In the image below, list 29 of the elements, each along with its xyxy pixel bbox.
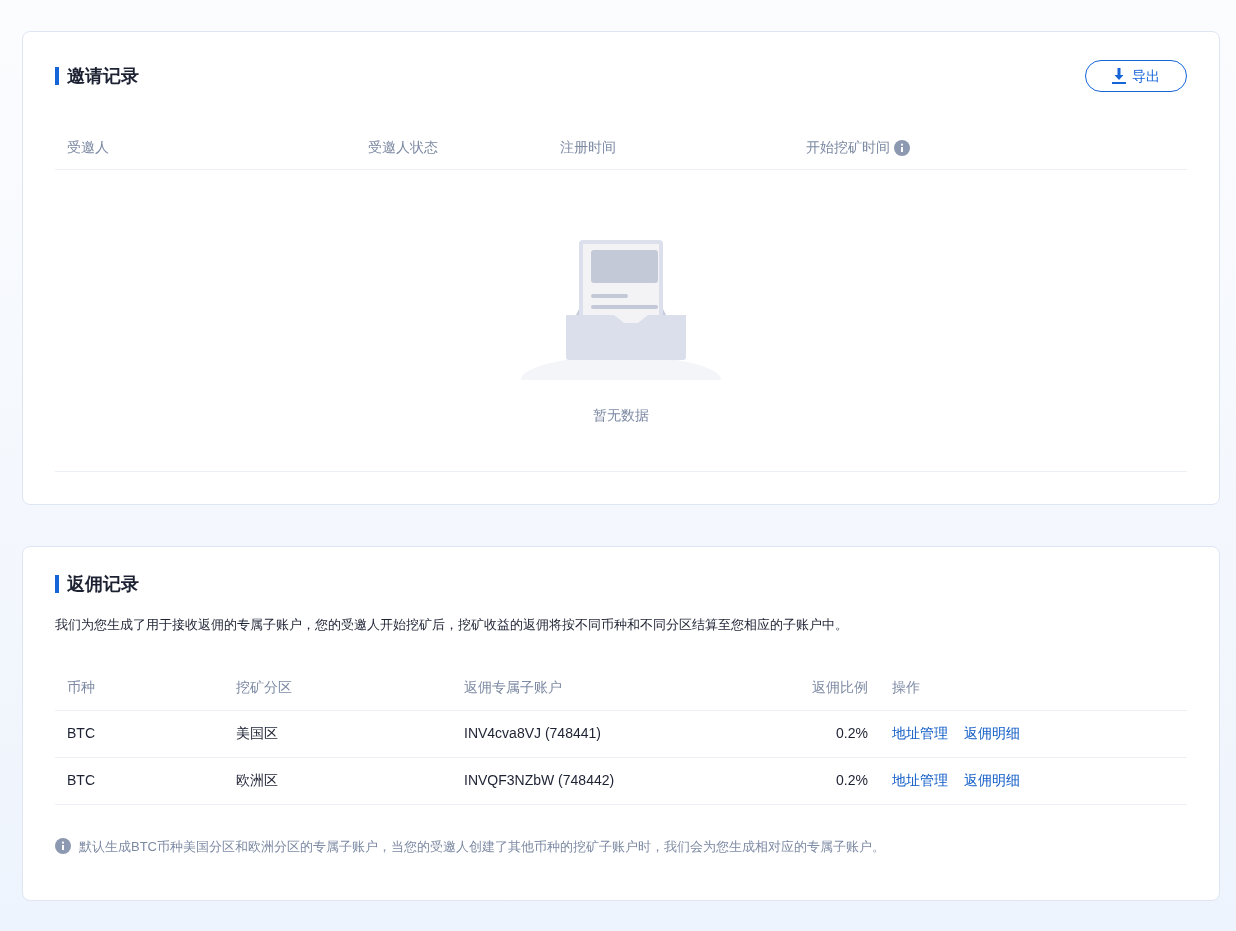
table-cell-text: BTC [67,771,95,790]
download-icon [1112,68,1126,84]
empty-state-text: 暂无数据 [593,406,649,425]
column-header: 操作 [892,677,920,697]
action-link[interactable]: 返佣明细 [964,723,1020,744]
action-link[interactable]: 返佣明细 [964,770,1020,791]
column-header: 注册时间 [560,138,616,157]
table-cell-text: 0.2% [836,771,868,790]
column-header: 开始挖矿时间 [806,138,890,157]
action-link[interactable]: 地址管理 [892,770,948,791]
table-cell-text: 欧洲区 [236,771,278,790]
table-cell-text: 0.2% [836,724,868,743]
column-header: 返佣专属子账户 [464,677,562,697]
column-header: 受邀人状态 [368,138,438,157]
info-icon [55,838,71,855]
table-cell-text: BTC [67,724,95,743]
column-header: 返佣比例 [812,677,868,697]
export-button[interactable]: 导出 [1085,60,1187,92]
column-header: 币种 [67,677,95,697]
section-title: 返佣记录 [55,575,1187,593]
table-cell-text: 美国区 [236,724,278,743]
action-link[interactable]: 地址管理 [892,723,948,744]
description-text: 我们为您生成了用于接收返佣的专属子账户，您的受邀人开始挖矿后，挖矿收益的返佣将按不同币种和不同分区结算至您相应的子账户中。 [55,616,849,634]
section-title: 邀请记录 [55,67,139,85]
table-cell-text: INV4cva8VJ (748441) [464,724,601,743]
column-header: 受邀人 [67,138,109,157]
table-cell-text: INVQF3NZbW (748442) [464,771,615,790]
note-text: 默认生成BTC币种美国分区和欧洲分区的专属子账户，当您的受邀人创建了其他币种的挖矿子账户时，我们会为您生成相对应的专属子账户。 [79,837,885,856]
column-header: 挖矿分区 [236,677,292,697]
